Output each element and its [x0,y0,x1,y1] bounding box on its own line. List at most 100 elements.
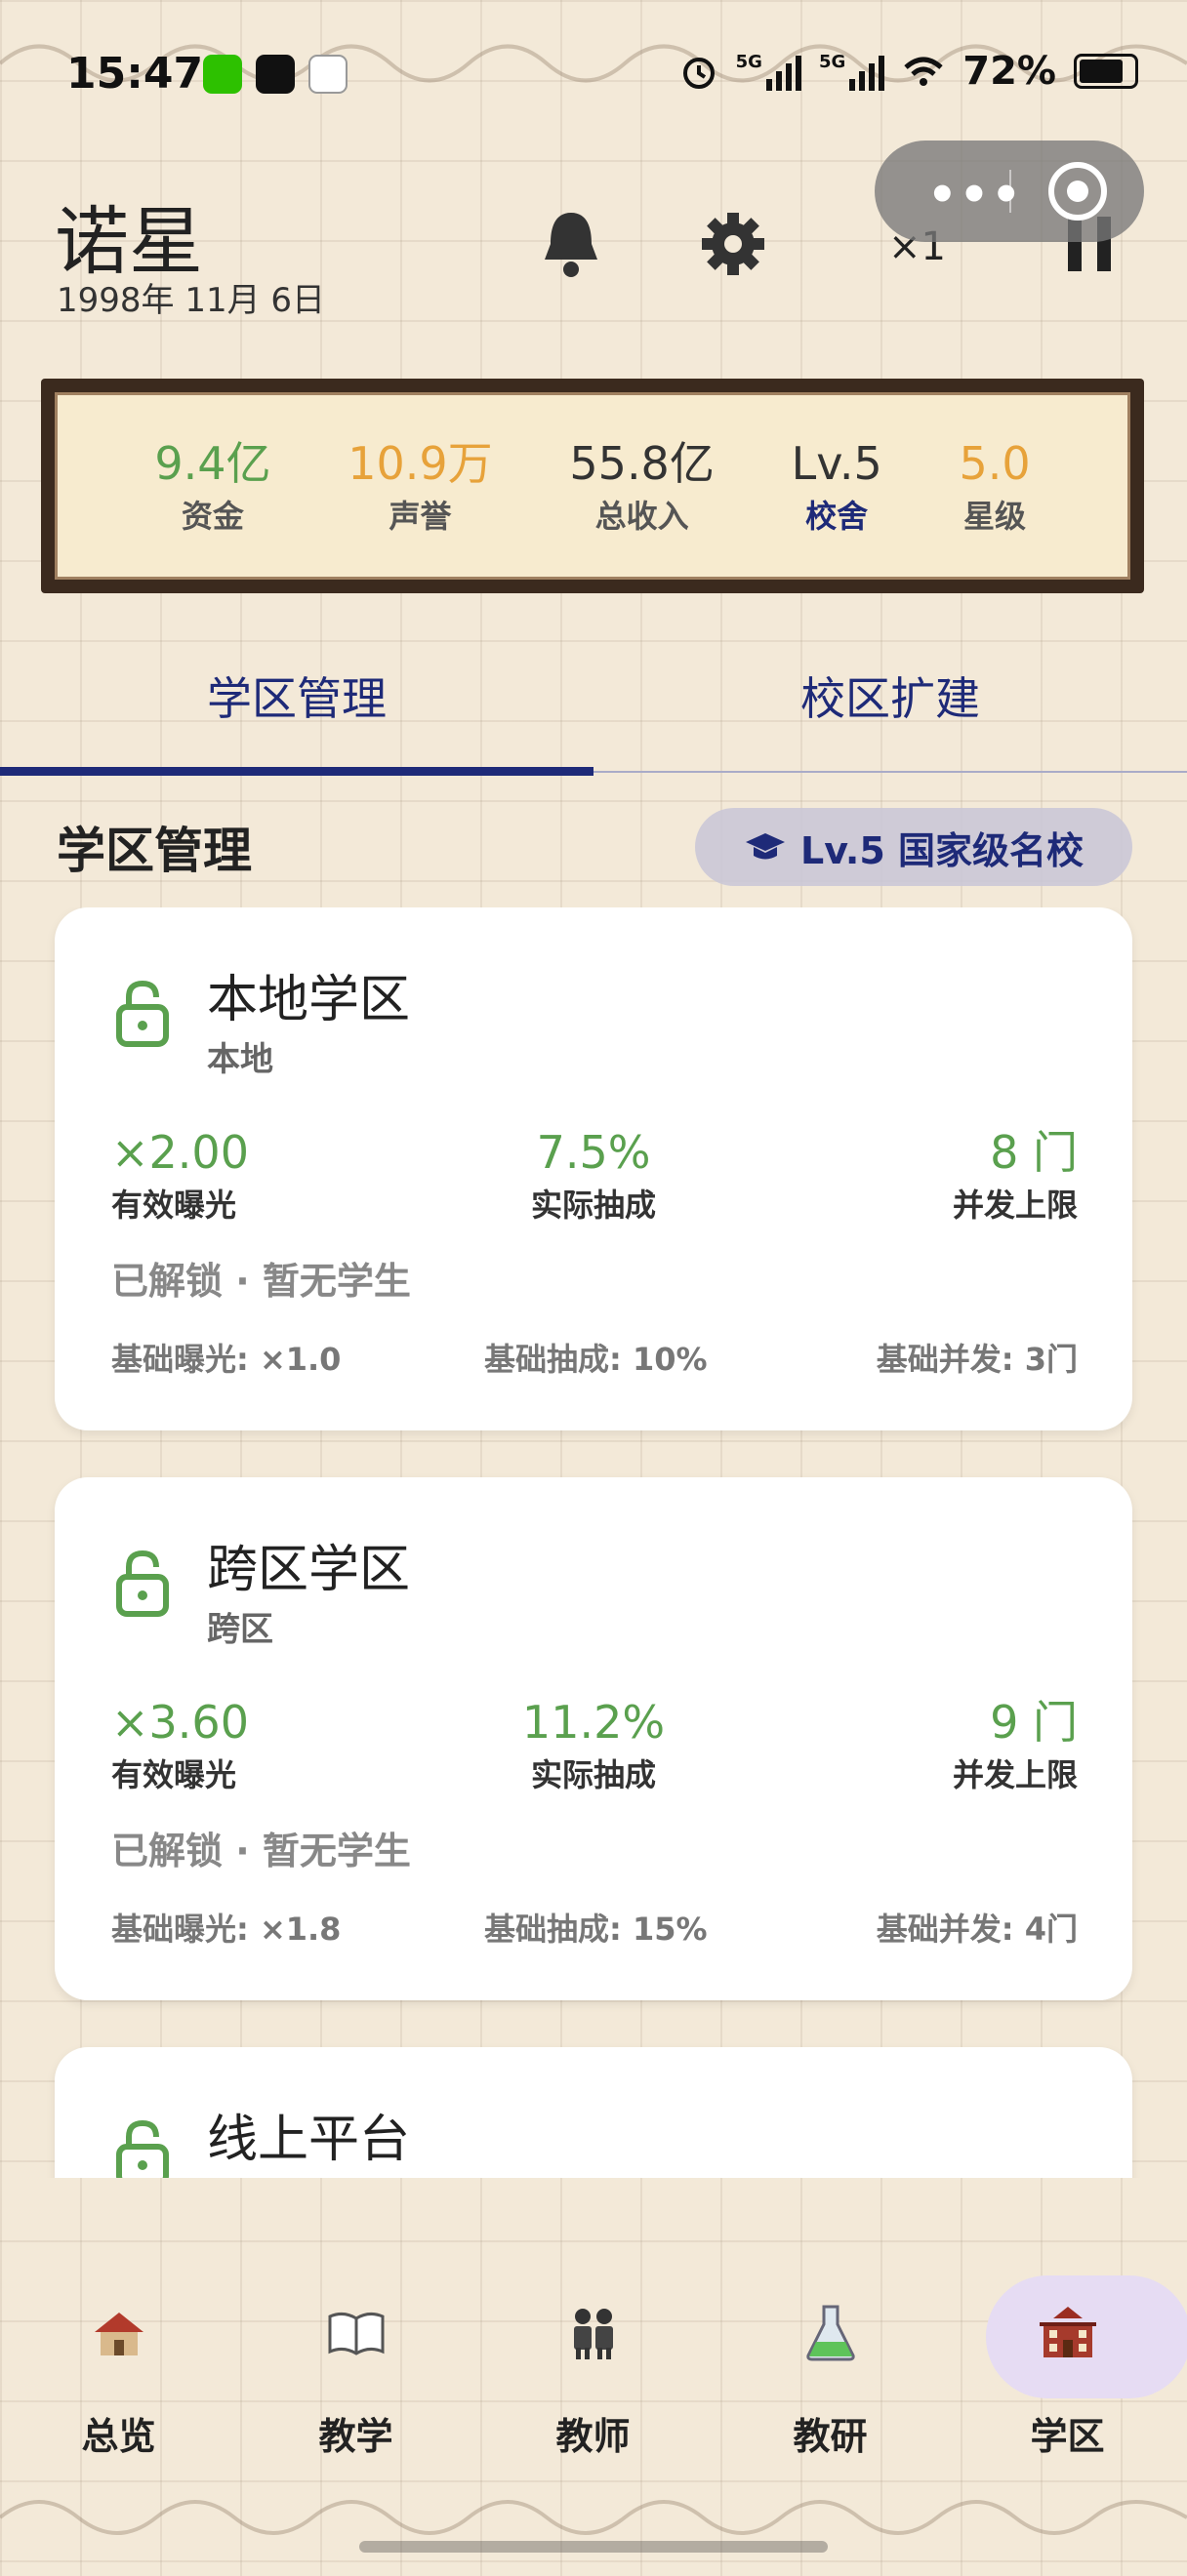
metric-label: 并发上限 [952,1756,1078,1793]
district-card-local[interactable]: 本地学区 本地 ×2.00 有效曝光 7.5% 实际抽成 8 门 并发上限 已解… [55,907,1132,1430]
clock: 15:47 [66,49,204,99]
metric-value: ×3.60 [111,1696,249,1749]
metric-exposure: ×2.00 有效曝光 [111,1124,249,1226]
school-level-badge: Lv.5 国家级名校 [695,808,1132,886]
district-title: 跨区学区 [207,1541,411,1599]
school-building-icon [1040,2307,1096,2357]
battery-icon [1074,54,1138,89]
nav-item-teachers[interactable]: 教师 [474,2234,712,2469]
stat-reputation: 10.9万 声誉 [348,435,492,537]
system-icons: 5G 5G 72% [679,49,1138,94]
tab-bar: 学区管理 校区扩建 [0,644,1187,781]
wifi-icon [904,57,943,86]
base-commission: 基础抽成: 15% [484,1911,708,1948]
nav-item-overview[interactable]: 总览 [0,2234,237,2469]
stat-label: 星级 [963,498,1027,535]
metric-label: 有效曝光 [111,1756,237,1793]
district-title: 线上平台 [207,2111,411,2169]
tiktok-icon [256,55,295,94]
stat-label: 声誉 [389,498,452,535]
stat-school-building: Lv.5 校舍 [792,435,882,537]
bell-icon[interactable] [537,205,605,283]
section-title: 学区管理 [57,823,252,879]
nav-label: 总览 [81,2415,156,2458]
home-indicator[interactable] [359,2541,828,2553]
stat-total-income: 55.8亿 总收入 [569,435,714,537]
stat-value: 55.8亿 [569,437,715,490]
wechat-icon [203,55,242,94]
stat-label: 资金 [181,498,244,535]
stat-value: 10.9万 [348,437,493,490]
stat-funds: 9.4亿 资金 [154,435,270,537]
metric-label: 有效曝光 [111,1187,237,1224]
stat-star-rating: 5.0 星级 [959,435,1030,537]
network-type-2: 5G [818,52,846,72]
nav-label: 教学 [318,2415,393,2458]
base-exposure: 基础曝光: ×1.8 [111,1911,342,1948]
base-concurrency: 基础并发: 4门 [876,1911,1078,1948]
network-type: 5G [735,52,762,72]
gear-icon[interactable] [699,205,767,283]
district-title: 本地学区 [207,971,411,1029]
metric-exposure: ×3.60 有效曝光 [111,1694,249,1795]
district-subtitle: 本地 [207,1040,273,1079]
tab-campus-expansion[interactable]: 校区扩建 [594,664,1187,728]
bottom-navigation: 总览 教学 教师 教研 学区 [0,2234,1187,2469]
miniprogram-capsule: ••• [875,141,1144,242]
stat-value: Lv.5 [791,437,882,490]
nav-label: 学区 [1030,2415,1105,2458]
nav-item-research[interactable]: 教研 [712,2234,949,2469]
metric-value: 7.5% [536,1126,651,1179]
stat-value: 9.4亿 [154,437,271,490]
metric-concurrency: 8 门 并发上限 [953,1124,1078,1226]
district-card-cross[interactable]: 跨区学区 跨区 ×3.60 有效曝光 11.2% 实际抽成 9 门 并发上限 已… [55,1477,1132,2000]
teachers-icon [574,2309,613,2359]
metric-label: 实际抽成 [530,1756,656,1793]
capsule-divider [1009,170,1011,213]
unlocked-icon [116,1550,169,1617]
flask-icon [806,2305,855,2361]
metric-value: 11.2% [521,1696,666,1749]
metric-label: 实际抽成 [530,1187,656,1224]
metric-value: ×2.00 [111,1126,249,1179]
stats-panel: 9.4亿 资金 10.9万 声誉 55.8亿 总收入 Lv.5 校舍 5.0 星… [55,392,1130,580]
base-concurrency: 基础并发: 3门 [876,1341,1078,1378]
signal-icon: 5G [736,52,801,91]
metric-value: 8 门 [990,1126,1078,1179]
unlocked-icon [116,980,169,1047]
alarm-icon [682,58,715,89]
base-exposure: 基础曝光: ×1.0 [111,1341,342,1378]
nav-item-teaching[interactable]: 教学 [237,2234,474,2469]
stat-value: 5.0 [959,437,1031,490]
close-target-icon[interactable] [1048,162,1107,221]
nav-label: 教研 [793,2415,868,2458]
notification-app-icons [203,55,348,94]
battery-percent: 72% [962,49,1056,94]
metric-label: 并发上限 [952,1187,1078,1224]
district-card-online[interactable]: 线上平台 [55,2047,1132,2178]
stats-board: 9.4亿 资金 10.9万 声誉 55.8亿 总收入 Lv.5 校舍 5.0 星… [41,379,1144,593]
book-icon [328,2312,385,2355]
graduation-cap-icon [746,833,785,860]
app-notification-icon [308,55,348,94]
metric-concurrency: 9 门 并发上限 [953,1694,1078,1795]
stat-label: 校舍 [805,498,869,535]
school-house-icon [95,2313,143,2355]
unlocked-icon [116,2119,169,2178]
tab-district-management[interactable]: 学区管理 [0,664,594,728]
district-status: 已解锁 · 暂无学生 [111,1830,411,1872]
district-list[interactable]: 本地学区 本地 ×2.00 有效曝光 7.5% 实际抽成 8 门 并发上限 已解… [0,907,1187,2178]
stat-label: 总收入 [594,498,689,535]
tab-divider [594,771,1187,773]
district-subtitle: 跨区 [207,1610,273,1649]
metric-value: 9 门 [990,1696,1078,1749]
school-level-text: Lv.5 国家级名校 [800,828,1084,872]
metric-commission: 11.2% 实际抽成 [455,1694,732,1795]
status-bar: 15:47 5G 5G 72% [0,0,1187,156]
nav-label: 教师 [555,2415,631,2458]
active-tab-indicator [0,767,594,776]
nav-item-district[interactable]: 学区 [949,2234,1187,2469]
base-commission: 基础抽成: 10% [484,1341,708,1378]
game-date: 1998年 11月 6日 [57,281,326,320]
signal-icon-2: 5G [818,52,885,91]
